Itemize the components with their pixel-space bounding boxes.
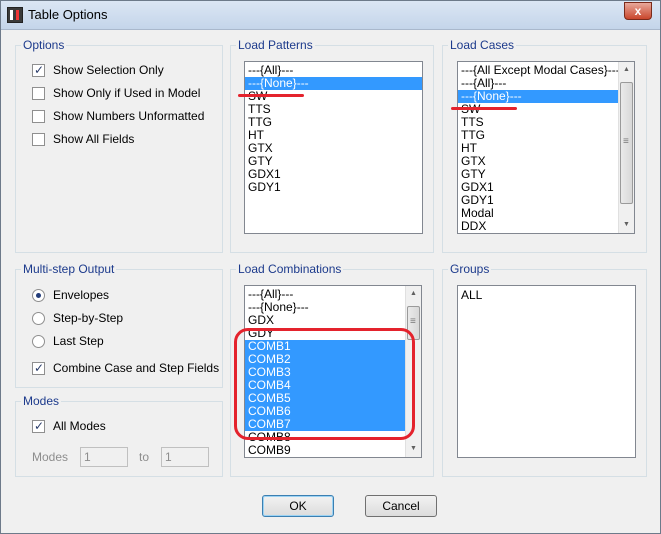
- show-all-fields-checkbox[interactable]: [32, 133, 45, 146]
- show-numbers-unformatted-label: Show Numbers Unformatted: [53, 109, 205, 123]
- load-cases-list[interactable]: ---{All Except Modal Cases}--- ---{All}--…: [457, 61, 635, 234]
- scroll-up-arrow-icon[interactable]: ▲: [619, 62, 634, 78]
- load-patterns-group-label: Load Patterns: [236, 38, 315, 52]
- load-case-item[interactable]: ---{None}---: [458, 90, 618, 103]
- show-selection-only-label: Show Selection Only: [53, 63, 164, 77]
- multistep-output-group: Multi-step Output Envelopes Step-by-Step…: [15, 262, 223, 388]
- modes-group-label: Modes: [21, 394, 62, 408]
- all-modes-checkbox[interactable]: [32, 419, 45, 433]
- modes-to-input[interactable]: 1: [161, 447, 209, 467]
- load-patterns-list[interactable]: ---{All}--- ---{None}--- SW TTS TTG HT GTX GTY G…: [244, 61, 423, 234]
- groups-group-label: Groups: [448, 262, 492, 276]
- load-combinations-group-label: Load Combinations: [236, 262, 344, 276]
- scroll-down-arrow-icon[interactable]: ▼: [406, 441, 421, 457]
- title-bar[interactable]: Table Options x: [1, 1, 660, 30]
- combine-case-step-label: Combine Case and Step Fields: [53, 361, 220, 375]
- app-icon: [7, 7, 23, 23]
- window-title: Table Options: [28, 7, 108, 22]
- table-options-dialog: Table Options x Options Show Selection O…: [0, 0, 661, 534]
- options-group-label: Options: [21, 38, 67, 52]
- load-case-item[interactable]: DDX: [458, 220, 618, 233]
- show-numbers-unformatted-checkbox[interactable]: [32, 110, 45, 123]
- show-selection-only-checkbox[interactable]: [32, 63, 45, 77]
- last-step-radio[interactable]: [32, 335, 45, 348]
- combine-case-step-checkbox[interactable]: [32, 361, 45, 375]
- load-pattern-item[interactable]: ---{None}---: [245, 77, 422, 90]
- modes-from-input[interactable]: 1: [80, 447, 128, 467]
- envelopes-label: Envelopes: [53, 288, 110, 302]
- scroll-thumb[interactable]: [620, 82, 633, 204]
- step-by-step-radio[interactable]: [32, 312, 45, 325]
- ok-button[interactable]: OK: [262, 495, 334, 517]
- annotation-underline-load-patterns: [238, 94, 304, 97]
- scroll-down-arrow-icon[interactable]: ▼: [619, 217, 634, 233]
- groups-list[interactable]: ALL: [457, 285, 636, 458]
- modes-group: Modes All Modes Modes 1 to 1: [15, 394, 223, 477]
- load-cases-group-label: Load Cases: [448, 38, 517, 52]
- group-item[interactable]: ALL: [458, 289, 635, 302]
- load-pattern-item[interactable]: TTG: [245, 116, 422, 129]
- load-case-item[interactable]: TTG: [458, 129, 618, 142]
- show-only-if-used-checkbox[interactable]: [32, 87, 45, 100]
- annotation-underline-load-cases: [451, 107, 517, 110]
- multistep-output-group-label: Multi-step Output: [21, 262, 117, 276]
- scroll-up-arrow-icon[interactable]: ▲: [406, 286, 421, 302]
- step-by-step-label: Step-by-Step: [53, 311, 124, 325]
- cancel-button[interactable]: Cancel: [365, 495, 437, 517]
- show-only-if-used-label: Show Only if Used in Model: [53, 86, 201, 100]
- load-cases-scrollbar[interactable]: ▲ ▼: [618, 62, 634, 233]
- last-step-label: Last Step: [53, 334, 104, 348]
- show-all-fields-label: Show All Fields: [53, 132, 135, 146]
- load-combination-item[interactable]: COMB9: [245, 444, 405, 457]
- options-group: Options Show Selection Only Show Only if…: [15, 38, 223, 253]
- load-pattern-item[interactable]: GDY1: [245, 181, 422, 194]
- all-modes-label: All Modes: [53, 419, 106, 433]
- close-button[interactable]: x: [624, 2, 652, 20]
- modes-from-label: Modes: [32, 450, 69, 464]
- envelopes-radio[interactable]: [32, 289, 45, 302]
- modes-to-label: to: [139, 450, 150, 464]
- annotation-circle-load-combinations: [234, 328, 415, 440]
